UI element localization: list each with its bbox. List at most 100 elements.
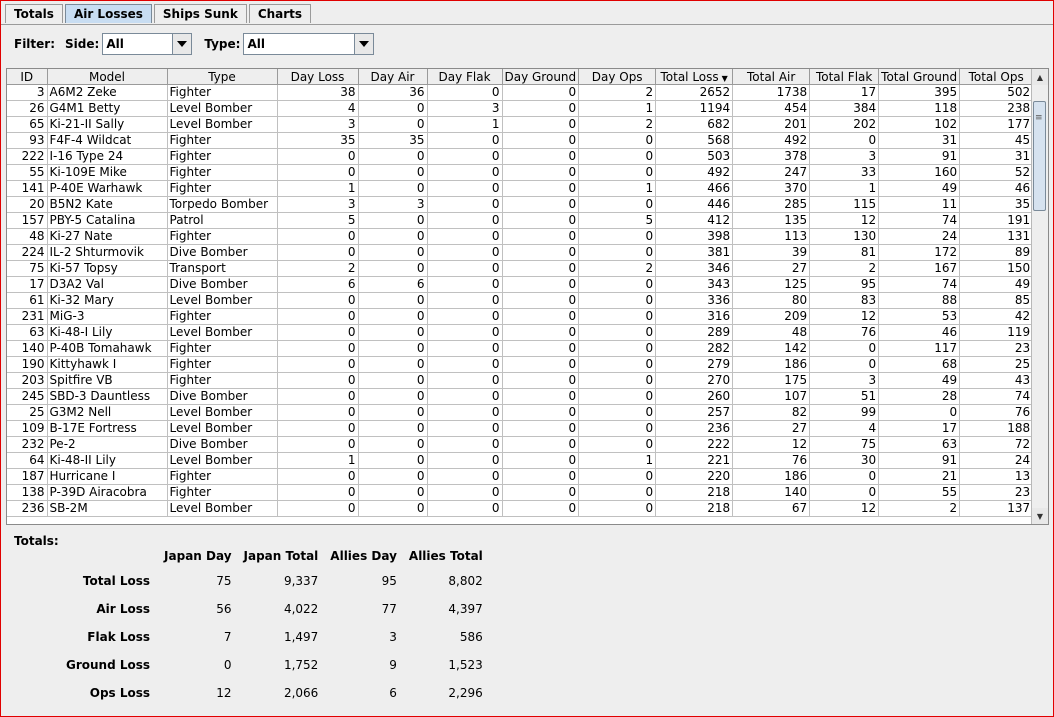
side-select[interactable]: All — [102, 33, 193, 55]
column-header-type[interactable]: Type — [167, 69, 278, 85]
table-cell: G3M2 Nell — [47, 404, 168, 421]
table-cell: 201 — [732, 116, 811, 133]
table-row[interactable]: 20 B5N2 Kate Torpedo Bomber 3 3 0 0 0 446 285 115 1… — [7, 196, 1034, 213]
table-row[interactable]: 140 P-40B Tomahawk Fighter 0 0 0 0 0 282 142 0 117 2… — [7, 340, 1034, 357]
table-cell: 0 — [427, 84, 503, 101]
table-cell: 0 — [502, 356, 580, 373]
table-cell: 0 — [358, 244, 428, 261]
table-row[interactable]: 157 PBY-5 Catalina Patrol 5 0 0 0 5 412 135 12 74 19… — [7, 212, 1034, 229]
table-row[interactable]: 141 P-40E Warhawk Fighter 1 0 0 0 1 466 370 1 49 46 — [7, 180, 1034, 197]
totals-value: 4,022 — [283, 602, 319, 616]
scroll-up-icon[interactable]: ▲ — [1032, 69, 1048, 85]
table-row[interactable]: 93 F4F-4 Wildcat Fighter 35 35 0 0 0 568 492 0 31 45 — [7, 132, 1034, 149]
table-cell: 0 — [502, 436, 580, 453]
table-cell: 0 — [809, 132, 880, 149]
table-cell: Fighter — [167, 84, 278, 101]
table-cell: 119 — [959, 324, 1034, 341]
scroll-down-icon[interactable]: ▼ — [1032, 508, 1048, 524]
column-header-total-flak[interactable]: Total Flak — [809, 69, 880, 85]
table-row[interactable]: 25 G3M2 Nell Level Bomber 0 0 0 0 0 257 82 99 0 76 — [7, 404, 1034, 421]
type-select-value: All — [247, 37, 265, 51]
table-cell: A6M2 Zeke — [47, 84, 168, 101]
table-row[interactable]: 245 SBD-3 Dauntless Dive Bomber 0 0 0 0 0 260 107… — [7, 388, 1034, 405]
table-cell: 167 — [878, 260, 961, 277]
table-cell: 35 — [959, 196, 1034, 213]
table-cell: 0 — [277, 164, 359, 181]
table-cell: 2 — [809, 260, 880, 277]
table-row[interactable]: 222 I-16 Type 24 Fighter 0 0 0 0 0 503 378 3 91 31 — [7, 148, 1034, 165]
table-cell: 0 — [578, 132, 657, 149]
table-cell: 346 — [655, 260, 734, 277]
table-cell: 0 — [358, 372, 428, 389]
column-header-total-ops[interactable]: Total Ops — [959, 69, 1034, 85]
table-row[interactable]: 55 Ki-109E Mike Fighter 0 0 0 0 0 492 247 33 160 52 — [7, 164, 1034, 181]
type-select[interactable]: All — [243, 33, 375, 55]
table-cell: 0 — [427, 436, 503, 453]
table-row[interactable]: 75 Ki-57 Topsy Transport 2 0 0 0 2 346 27 2 167 150 — [7, 260, 1034, 277]
table-row[interactable]: 224 IL-2 Shturmovik Dive Bomber 0 0 0 0 0 381 39 8… — [7, 244, 1034, 261]
chevron-down-icon[interactable] — [172, 34, 192, 54]
table-cell: Level Bomber — [167, 452, 278, 469]
table-cell: 0 — [277, 500, 359, 517]
air-losses-table: ID Model Type Day Loss Day Air Day Flak … — [6, 68, 1049, 525]
totals-value: 1,497 — [283, 630, 319, 644]
table-cell: 222 — [655, 436, 734, 453]
tab-air-losses[interactable]: Air Losses — [64, 4, 152, 23]
column-header-day-ops[interactable]: Day Ops — [578, 69, 657, 85]
table-cell: 76 — [959, 404, 1034, 421]
column-header-total-air[interactable]: Total Air — [732, 69, 811, 85]
column-header-day-flak[interactable]: Day Flak — [427, 69, 503, 85]
table-row[interactable]: 61 Ki-32 Mary Level Bomber 0 0 0 0 0 336 80 83 88 85 — [7, 292, 1034, 309]
column-header-total-loss[interactable]: Total Loss ▼ — [655, 69, 734, 85]
table-row[interactable]: 231 MiG-3 Fighter 0 0 0 0 0 316 209 12 53 42 — [7, 308, 1034, 325]
table-cell: 466 — [655, 180, 734, 197]
column-header-day-loss[interactable]: Day Loss — [277, 69, 359, 85]
table-cell: 378 — [732, 148, 811, 165]
table-row[interactable]: 232 Pe-2 Dive Bomber 0 0 0 0 0 222 12 75 63 72 — [7, 436, 1034, 453]
table-row[interactable]: 17 D3A2 Val Dive Bomber 6 6 0 0 0 343 125 95 74 49 — [7, 276, 1034, 293]
tab-totals[interactable]: Totals — [5, 4, 63, 23]
table-cell: 0 — [277, 324, 359, 341]
table-row[interactable]: 63 Ki-48-I Lily Level Bomber 0 0 0 0 0 289 48 76 46… — [7, 324, 1034, 341]
table-row[interactable]: 109 B-17E Fortress Level Bomber 0 0 0 0 0 236 27 4… — [7, 420, 1034, 437]
table-cell: 6 — [277, 276, 359, 293]
table-row[interactable]: 3 A6M2 Zeke Fighter 38 36 0 0 2 2652 1738 17 395 502 — [7, 84, 1034, 101]
tab-ships-sunk[interactable]: Ships Sunk — [153, 4, 247, 23]
column-header-day-air[interactable]: Day Air — [358, 69, 428, 85]
table-row[interactable]: 187 Hurricane I Fighter 0 0 0 0 0 220 186 0 21 13 — [7, 468, 1034, 485]
table-cell: 285 — [732, 196, 811, 213]
table-row[interactable]: 65 Ki-21-II Sally Level Bomber 3 0 1 0 2 682 201 2… — [7, 116, 1034, 133]
column-header-id[interactable]: ID — [7, 69, 48, 85]
table-cell: Ki-48-II Lily — [47, 452, 168, 469]
totals-row-label: Air Loss — [96, 602, 151, 616]
table-cell: 160 — [878, 164, 961, 181]
totals-row: Ground Loss 0 1,752 9 1,523 — [60, 651, 489, 679]
table-row[interactable]: 48 Ki-27 Nate Fighter 0 0 0 0 0 398 113 130 24 131 — [7, 228, 1034, 245]
table-cell: 238 — [959, 100, 1034, 117]
tab-charts[interactable]: Charts — [248, 4, 312, 23]
table-cell: 0 — [277, 356, 359, 373]
table-cell: 0 — [358, 452, 428, 469]
table-row[interactable]: 26 G4M1 Betty Level Bomber 4 0 3 0 1 1194 454 384 1… — [7, 100, 1034, 117]
table-cell: 0 — [427, 212, 503, 229]
table-row[interactable]: 64 Ki-48-II Lily Level Bomber 1 0 0 0 1 221 76 30 9… — [7, 452, 1034, 469]
table-row[interactable]: 190 Kittyhawk I Fighter 0 0 0 0 0 279 186 0 68 25 — [7, 356, 1034, 373]
table-row[interactable]: 138 P-39D Airacobra Fighter 0 0 0 0 0 218 140 0 55 2… — [7, 484, 1034, 501]
table-cell: 27 — [732, 420, 811, 437]
totals-row: Total Loss 75 9,337 95 8,802 — [60, 567, 489, 595]
column-header-day-ground[interactable]: Day Ground — [502, 69, 580, 85]
table-cell: 187 — [7, 468, 48, 485]
chevron-down-icon[interactable] — [354, 34, 374, 54]
table-cell: 117 — [878, 340, 961, 357]
column-header-model[interactable]: Model — [47, 69, 168, 85]
table-body: 3 A6M2 Zeke Fighter 38 36 0 0 2 2652 1738 17 395 502… — [7, 84, 1034, 517]
table-cell: 65 — [7, 116, 48, 133]
table-cell: 0 — [427, 164, 503, 181]
table-row[interactable]: 236 SB-2M Level Bomber 0 0 0 0 0 218 67 12 2 137 — [7, 500, 1034, 517]
table-row[interactable]: 203 Spitfire VB Fighter 0 0 0 0 0 270 175 3 49 43 — [7, 372, 1034, 389]
vertical-scrollbar[interactable]: ▲ ≡ ▼ — [1031, 69, 1048, 524]
column-header-total-ground[interactable]: Total Ground — [878, 69, 961, 85]
table-cell: 0 — [427, 244, 503, 261]
table-cell: 0 — [502, 372, 580, 389]
table-cell: 0 — [502, 292, 580, 309]
